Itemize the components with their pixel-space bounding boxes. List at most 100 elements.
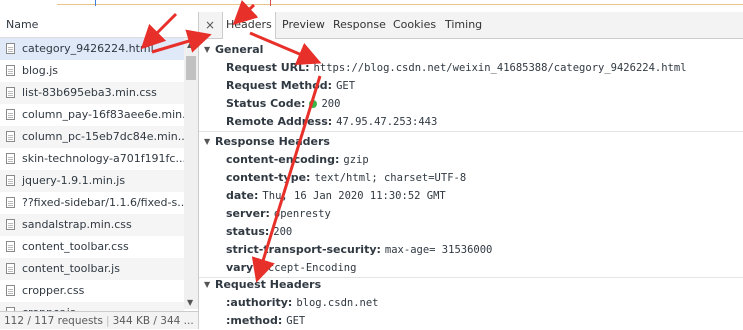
- request-list: category_9426224.html blog.js list-83b69…: [0, 38, 184, 324]
- request-method-row: Request Method: GET: [199, 77, 743, 95]
- file-icon: [6, 285, 15, 296]
- header-value: GET: [286, 315, 306, 327]
- request-method-value: GET: [336, 80, 356, 92]
- header-value: Accept-Encoding: [261, 262, 357, 274]
- request-row[interactable]: column_pay-16f83aee6e.min...: [0, 104, 184, 126]
- request-name: list-83b695eba3.min.css: [22, 86, 157, 99]
- header-value: blog.csdn.net: [296, 297, 379, 309]
- timeline-track: [57, 4, 743, 5]
- header-key: vary:: [226, 261, 258, 274]
- request-count: 112 / 117 requests: [4, 315, 104, 327]
- tab-headers[interactable]: Headers: [222, 12, 276, 39]
- file-icon: [6, 219, 15, 230]
- status-code-row: Status Code: 200: [199, 95, 743, 113]
- request-row[interactable]: list-83b695eba3.min.css: [0, 82, 184, 104]
- request-url-value: https://blog.csdn.net/weixin_41685388/ca…: [313, 62, 687, 74]
- request-name: cropper.css: [22, 284, 85, 297]
- tab-timing[interactable]: Timing: [442, 12, 485, 38]
- header-value: 200: [273, 226, 293, 238]
- scroll-up-arrow-icon[interactable]: ▲: [187, 40, 193, 49]
- request-headers-title: Request Headers: [215, 278, 322, 291]
- response-headers-header[interactable]: ▼ Response Headers: [199, 132, 743, 151]
- request-url-row: Request URL: https://blog.csdn.net/weixin…: [199, 59, 743, 77]
- request-list-panel: Name category_9426224.html blog.js list-…: [0, 12, 199, 329]
- request-url-label: Request URL:: [226, 61, 310, 74]
- request-row[interactable]: jquery-1.9.1.min.js: [0, 170, 184, 192]
- general-header[interactable]: ▼ General: [199, 40, 743, 59]
- request-name: content_toolbar.css: [22, 240, 129, 253]
- header-value: max-age= 31536000: [384, 244, 493, 256]
- header-value: Thu, 16 Jan 2020 11:30:52 GMT: [262, 190, 446, 202]
- header-row: content-encoding: gzip: [199, 151, 743, 169]
- expand-triangle-icon[interactable]: ▼: [204, 40, 210, 59]
- header-value: gzip: [343, 154, 369, 166]
- scroll-thumb[interactable]: [186, 56, 196, 80]
- request-method-label: Request Method:: [226, 79, 333, 92]
- response-headers-section: ▼ Response Headers content-encoding: gzip …: [199, 132, 743, 278]
- file-icon: [6, 43, 15, 54]
- header-key: status:: [226, 225, 270, 238]
- timeline-marker-red: [270, 0, 271, 6]
- general-section: ▼ General Request URL: https://blog.csdn.n…: [199, 40, 743, 132]
- request-details-panel: × Headers Preview Response Cookies Timin…: [199, 12, 743, 329]
- summary-separator: |: [106, 315, 110, 327]
- response-headers-title: Response Headers: [215, 135, 330, 148]
- file-icon: [6, 263, 15, 274]
- file-icon: [6, 197, 15, 208]
- transfer-size: 344 KB / 344 ...: [112, 315, 194, 327]
- header-row: :method: GET: [199, 312, 743, 330]
- request-name: jquery-1.9.1.min.js: [22, 174, 126, 187]
- request-name: column_pc-15eb7dc84e.min...: [22, 130, 184, 143]
- close-icon[interactable]: ×: [205, 18, 215, 32]
- status-code-label: Status Code:: [226, 97, 306, 110]
- header-row: status: 200: [199, 223, 743, 241]
- remote-address-label: Remote Address:: [226, 115, 333, 128]
- general-title: General: [215, 43, 264, 56]
- details-tabbar: × Headers Preview Response Cookies Timin…: [199, 12, 743, 39]
- header-key: content-type:: [226, 171, 311, 184]
- remote-address-row: Remote Address: 47.95.47.253:443: [199, 113, 743, 131]
- timeline-overview: [0, 0, 743, 12]
- tab-preview[interactable]: Preview: [279, 12, 328, 38]
- request-list-scrollbar[interactable]: ▲ ▼: [184, 38, 198, 309]
- timeline-marker-blue: [95, 0, 96, 6]
- request-name: skin-technology-a701f191fc...: [22, 152, 184, 165]
- request-name: column_pay-16f83aee6e.min...: [22, 108, 184, 121]
- name-column-header[interactable]: Name: [0, 12, 198, 38]
- scroll-down-arrow-icon[interactable]: ▼: [187, 298, 193, 307]
- file-icon: [6, 175, 15, 186]
- file-icon: [6, 87, 15, 98]
- header-row: :authority: blog.csdn.net: [199, 294, 743, 312]
- header-row: date: Thu, 16 Jan 2020 11:30:52 GMT: [199, 187, 743, 205]
- remote-address-value: 47.95.47.253:443: [336, 116, 438, 128]
- request-row[interactable]: content_toolbar.css: [0, 236, 184, 258]
- request-name: sandalstrap.min.css: [22, 218, 132, 231]
- request-name: category_9426224.html: [22, 42, 154, 55]
- header-key: server:: [226, 207, 270, 220]
- expand-triangle-icon[interactable]: ▼: [204, 275, 210, 294]
- header-value: openresty: [273, 208, 331, 220]
- header-key: :authority:: [226, 296, 293, 309]
- tab-cookies[interactable]: Cookies: [390, 12, 439, 38]
- header-key: :method:: [226, 314, 283, 327]
- file-icon: [6, 241, 15, 252]
- header-row: server: openresty: [199, 205, 743, 223]
- network-summary-bar: 112 / 117 requests | 344 KB / 344 ...: [0, 311, 198, 329]
- request-headers-header[interactable]: ▼ Request Headers: [199, 275, 743, 294]
- file-icon: [6, 153, 15, 164]
- request-row[interactable]: skin-technology-a701f191fc...: [0, 148, 184, 170]
- request-name: blog.js: [22, 64, 59, 77]
- request-name: ??fixed-sidebar/1.1.6/fixed-s...: [22, 196, 184, 209]
- request-row[interactable]: blog.js: [0, 60, 184, 82]
- expand-triangle-icon[interactable]: ▼: [204, 132, 210, 151]
- request-row[interactable]: cropper.css: [0, 280, 184, 302]
- request-row[interactable]: category_9426224.html: [0, 38, 184, 60]
- request-row[interactable]: column_pc-15eb7dc84e.min...: [0, 126, 184, 148]
- header-key: date:: [226, 189, 259, 202]
- request-headers-section: ▼ Request Headers :authority: blog.csdn.ne…: [199, 275, 743, 330]
- header-row: strict-transport-security: max-age= 31536…: [199, 241, 743, 259]
- tab-response[interactable]: Response: [330, 12, 389, 38]
- request-row[interactable]: content_toolbar.js: [0, 258, 184, 280]
- request-row[interactable]: ??fixed-sidebar/1.1.6/fixed-s...: [0, 192, 184, 214]
- request-row[interactable]: sandalstrap.min.css: [0, 214, 184, 236]
